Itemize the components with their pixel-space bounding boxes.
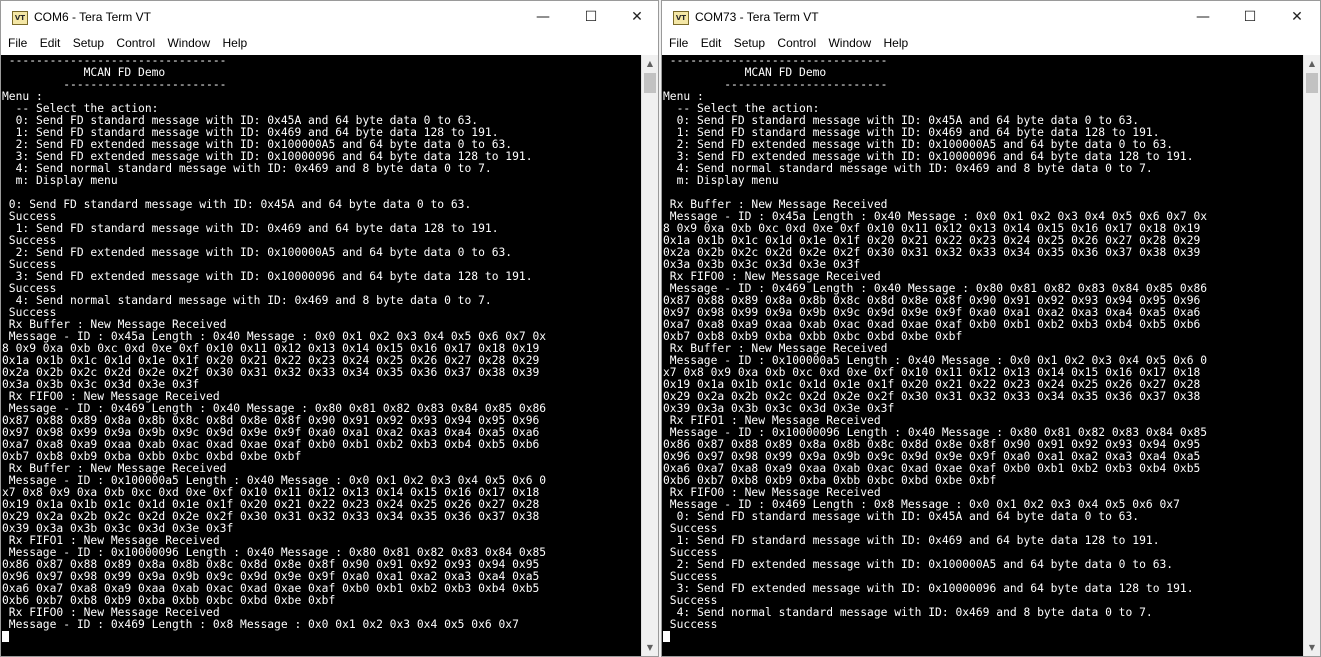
window-title: COM73 - Tera Term VT: [695, 10, 819, 24]
terminal-line: 0: Send FD standard message with ID: 0x4…: [663, 510, 1140, 523]
menu-file[interactable]: File: [8, 34, 27, 50]
terminal-output[interactable]: -------------------------------- MCAN FD…: [1, 55, 643, 656]
cursor-block: [2, 631, 9, 642]
scroll-down-icon[interactable]: ▼: [1304, 639, 1320, 656]
terminal-line: 0: Send FD standard message with ID: 0x4…: [2, 198, 472, 211]
maximize-icon[interactable]: ☐: [568, 1, 614, 34]
close-icon[interactable]: ✕: [1274, 1, 1320, 34]
menu-window[interactable]: Window: [167, 34, 210, 50]
menu-file[interactable]: File: [669, 34, 688, 50]
scroll-up-icon[interactable]: ▲: [642, 55, 658, 72]
menu-control[interactable]: Control: [777, 34, 816, 50]
terminal-line: 3: Send FD extended message with ID: 0x1…: [2, 270, 533, 283]
menu-edit[interactable]: Edit: [701, 34, 722, 50]
teraterm-window-com73[interactable]: VT COM73 - Tera Term VT — ☐ ✕ File Edit …: [661, 0, 1321, 657]
terminal-line: [663, 631, 1305, 643]
maximize-icon[interactable]: ☐: [1227, 1, 1273, 34]
terminal-line: ------------------------: [663, 78, 888, 91]
terminal-line: Success: [663, 618, 718, 631]
menu-window[interactable]: Window: [828, 34, 871, 50]
teraterm-icon[interactable]: VT: [12, 11, 28, 25]
menu-setup[interactable]: Setup: [734, 34, 765, 50]
vertical-scrollbar[interactable]: ▲ ▼: [641, 55, 658, 656]
terminal-line: m: Display menu: [663, 174, 779, 187]
terminal-line: 1: Send FD standard message with ID: 0x4…: [663, 534, 1160, 547]
teraterm-icon[interactable]: VT: [673, 11, 689, 25]
menu-help[interactable]: Help: [883, 34, 908, 50]
terminal-line: 3: Send FD extended message with ID: 0x1…: [663, 582, 1194, 595]
terminal-line: ------------------------: [2, 78, 227, 91]
title-bar[interactable]: VT COM6 - Tera Term VT — ☐ ✕: [1, 1, 658, 34]
terminal-output[interactable]: -------------------------------- MCAN FD…: [662, 55, 1305, 656]
terminal-line: 1: Send FD standard message with ID: 0x4…: [2, 222, 499, 235]
menu-edit[interactable]: Edit: [40, 34, 61, 50]
menu-control[interactable]: Control: [116, 34, 155, 50]
scrollbar-thumb[interactable]: [1306, 73, 1318, 93]
scroll-up-icon[interactable]: ▲: [1304, 55, 1320, 72]
window-title: COM6 - Tera Term VT: [34, 10, 151, 24]
teraterm-window-com6[interactable]: VT COM6 - Tera Term VT — ☐ ✕ File Edit S…: [0, 0, 659, 657]
terminal-line: 4: Send normal standard message with ID:…: [2, 294, 492, 307]
vertical-scrollbar[interactable]: ▲ ▼: [1303, 55, 1320, 656]
title-bar[interactable]: VT COM73 - Tera Term VT — ☐ ✕: [662, 1, 1320, 34]
scroll-down-icon[interactable]: ▼: [642, 639, 658, 656]
menu-help[interactable]: Help: [222, 34, 247, 50]
menu-setup[interactable]: Setup: [73, 34, 104, 50]
terminal-line: 4: Send normal standard message with ID:…: [663, 606, 1153, 619]
minimize-icon[interactable]: —: [520, 1, 566, 34]
cursor-block: [663, 631, 670, 642]
scrollbar-thumb[interactable]: [644, 73, 656, 93]
terminal-line: m: Display menu: [2, 174, 118, 187]
minimize-icon[interactable]: —: [1180, 1, 1226, 34]
terminal-line: 2: Send FD extended message with ID: 0x1…: [663, 558, 1174, 571]
menu-bar: File Edit Setup Control Window Help: [1, 34, 658, 54]
terminal-line: 2: Send FD extended message with ID: 0x1…: [2, 246, 513, 259]
terminal-line: Message - ID : 0x469 Length : 0x8 Messag…: [2, 618, 519, 631]
close-icon[interactable]: ✕: [614, 1, 658, 34]
terminal-line: [2, 631, 643, 643]
menu-bar: File Edit Setup Control Window Help: [662, 34, 1320, 54]
